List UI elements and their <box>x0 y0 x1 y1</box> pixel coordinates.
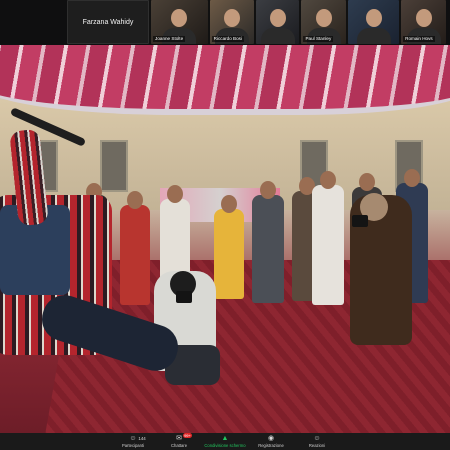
reactions-icon: ☺ <box>313 435 321 442</box>
participant-name: Riccardo Bosi <box>211 36 244 42</box>
share-screen-label: Condivisione schermo <box>204 443 246 448</box>
record-button[interactable]: ◉ Registrazione <box>252 433 290 448</box>
chat-badge: 99+ <box>183 433 192 438</box>
participant-tile-riccardo[interactable]: Riccardo Bosi <box>209 0 254 44</box>
participant-tile-farzana[interactable]: Farzana Wahidy <box>67 0 150 44</box>
participant-tile-3[interactable] <box>255 0 300 44</box>
participant-face <box>415 9 432 27</box>
participant-tile-romain[interactable]: Romain Hovs <box>401 0 447 44</box>
record-label: Registrazione <box>258 443 284 448</box>
participant-count: 144 <box>138 436 146 441</box>
camera-icon <box>176 291 192 303</box>
share-screen-button[interactable]: ▲ Condivisione schermo <box>204 433 246 448</box>
chat-button[interactable]: ✉ 99+ Chattare <box>160 433 198 448</box>
participants-button[interactable]: ☺ 144 Partecipanti <box>114 433 152 448</box>
participant-face <box>269 9 286 27</box>
participant-tile-paul[interactable]: Paul Stanley <box>301 0 347 44</box>
participant-face <box>365 9 382 27</box>
participant-face <box>315 9 332 27</box>
reactions-label: Reazioni <box>308 443 326 448</box>
tent-canopy <box>0 45 450 115</box>
participant-name: Farzana Wahidy <box>82 18 134 26</box>
participant-name: Paul Stanley <box>303 36 334 42</box>
participant-tile-5[interactable] <box>348 0 400 44</box>
chat-icon: ✉ 99+ <box>176 433 192 442</box>
participant-face <box>223 9 240 27</box>
shared-screen-photo <box>0 45 450 433</box>
participant-face <box>171 9 188 27</box>
reactions-button[interactable]: ☺ Reazioni <box>298 433 336 448</box>
participants-label: Partecipanti <box>121 443 145 448</box>
participant-shoulders <box>260 28 295 44</box>
participant-shoulders <box>356 28 391 44</box>
meeting-toolbar: ☺ 144 Partecipanti ✉ 99+ Chattare ▲ Condiv… <box>0 433 450 450</box>
camera-icon <box>352 215 368 227</box>
share-screen-icon: ▲ <box>221 435 229 442</box>
participant-name: Joanne Stolte <box>153 36 186 42</box>
record-icon: ◉ <box>267 435 275 442</box>
participant-name: Romain Hovs <box>403 36 435 42</box>
participant-tile-joanne[interactable]: Joanne Stolte <box>151 0 208 44</box>
participants-icon: ☺ 144 <box>129 435 146 442</box>
chat-label: Chattare <box>170 443 188 448</box>
participant-video-strip: Farzana Wahidy Joanne Stolte Riccardo Bo… <box>67 0 447 44</box>
